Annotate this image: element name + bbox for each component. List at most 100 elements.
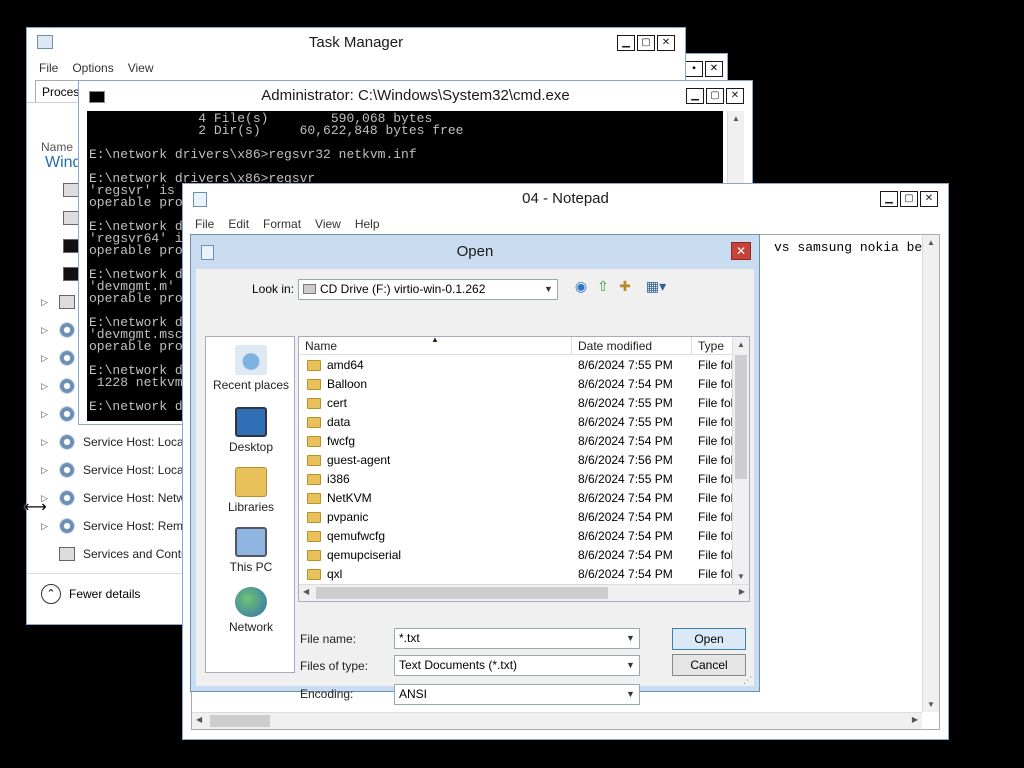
- expand-icon[interactable]: ▷: [41, 400, 51, 428]
- maximize-button[interactable]: ▢: [706, 88, 724, 104]
- vertical-scrollbar[interactable]: ▲ ▼: [732, 337, 749, 584]
- horizontal-scrollbar[interactable]: ◀ ▶: [192, 712, 922, 729]
- expand-icon[interactable]: ▷: [41, 428, 51, 456]
- dialog-body: Look in: CD Drive (F:) virtio-win-0.1.26…: [196, 269, 754, 705]
- cancel-button[interactable]: Cancel: [672, 654, 746, 676]
- menu-format[interactable]: Format: [263, 214, 301, 234]
- place-libraries[interactable]: Libraries: [206, 467, 296, 514]
- maximize-button[interactable]: ▢: [637, 35, 655, 51]
- close-button[interactable]: ✕: [731, 242, 751, 260]
- table-row[interactable]: ▷ Service Host: Loca: [41, 428, 184, 456]
- up-folder-icon[interactable]: ⇧: [594, 277, 612, 295]
- menu-help[interactable]: Help: [355, 214, 380, 234]
- list-item[interactable]: [63, 232, 79, 260]
- list-item[interactable]: [63, 260, 79, 288]
- resize-grip-icon[interactable]: ⋰: [743, 675, 752, 686]
- expand-icon[interactable]: ▷: [41, 372, 51, 400]
- fewer-details-button[interactable]: ⌃ Fewer details: [41, 584, 140, 604]
- view-menu-icon[interactable]: ▦▾: [642, 277, 670, 295]
- scroll-down-arrow-icon[interactable]: ▼: [733, 572, 749, 581]
- menu-view[interactable]: View: [128, 58, 154, 78]
- list-item[interactable]: ▷: [41, 288, 75, 316]
- expand-icon[interactable]: ▷: [41, 344, 51, 372]
- expand-icon[interactable]: ▷: [41, 456, 51, 484]
- scroll-left-arrow-icon[interactable]: ◀: [196, 715, 202, 724]
- table-row[interactable]: i386 8/6/2024 7:55 PM File fol: [299, 470, 733, 489]
- back-icon[interactable]: ◉: [572, 277, 590, 295]
- menu-view[interactable]: View: [315, 214, 341, 234]
- chevron-down-icon[interactable]: ▼: [622, 656, 639, 675]
- table-row[interactable]: Services and Contr: [41, 540, 185, 568]
- scroll-up-arrow-icon[interactable]: ▲: [733, 340, 749, 349]
- table-row[interactable]: ▷ Service Host: Remo: [41, 512, 190, 540]
- menu-edit[interactable]: Edit: [228, 214, 249, 234]
- expand-icon[interactable]: ▷: [41, 288, 51, 316]
- scroll-up-arrow-icon[interactable]: ▲: [728, 114, 744, 123]
- list-item[interactable]: ▷: [41, 400, 75, 428]
- horizontal-scrollbar[interactable]: ◀ ▶: [299, 584, 749, 601]
- file-list[interactable]: Name ▲ Date modified Type amd64 8/6/2024 …: [298, 336, 750, 602]
- table-row[interactable]: qemupciserial 8/6/2024 7:54 PM File fol: [299, 546, 733, 565]
- restore-button[interactable]: ▪: [685, 61, 703, 77]
- scroll-left-arrow-icon[interactable]: ◀: [303, 587, 309, 596]
- close-button[interactable]: ✕: [705, 61, 723, 77]
- open-button[interactable]: Open: [672, 628, 746, 650]
- column-header-name[interactable]: Name: [305, 339, 337, 353]
- place-recent[interactable]: Recent places: [206, 345, 296, 392]
- table-row[interactable]: qxl 8/6/2024 7:54 PM File fol: [299, 565, 733, 584]
- minimize-button[interactable]: ▁: [617, 35, 635, 51]
- list-item[interactable]: [63, 176, 79, 204]
- table-row[interactable]: ▷ Service Host: Netw: [41, 484, 185, 512]
- chevron-down-icon[interactable]: ▼: [540, 280, 557, 299]
- scrollbar-thumb[interactable]: [735, 355, 747, 479]
- place-network[interactable]: Network: [206, 587, 296, 634]
- list-item[interactable]: [63, 204, 79, 232]
- table-row[interactable]: data 8/6/2024 7:55 PM File fol: [299, 413, 733, 432]
- expand-icon[interactable]: ▷: [41, 316, 51, 344]
- close-button[interactable]: ✕: [920, 191, 938, 207]
- file-name-cell: qemufwcfg: [327, 529, 386, 543]
- file-name-input[interactable]: *.txt ▼: [394, 628, 640, 649]
- vertical-scrollbar[interactable]: ▲ ▼: [922, 235, 939, 712]
- column-header-date[interactable]: Date modified: [578, 339, 652, 353]
- scroll-right-arrow-icon[interactable]: ▶: [912, 715, 918, 724]
- scroll-up-arrow-icon[interactable]: ▲: [923, 238, 939, 247]
- files-of-type-select[interactable]: Text Documents (*.txt) ▼: [394, 655, 640, 676]
- list-item[interactable]: ▷: [41, 344, 75, 372]
- file-name-cell: qxl: [327, 567, 343, 581]
- new-folder-icon[interactable]: ✚: [616, 277, 634, 295]
- table-row[interactable]: cert 8/6/2024 7:55 PM File fol: [299, 394, 733, 413]
- encoding-select[interactable]: ANSI ▼: [394, 684, 640, 705]
- column-header-name[interactable]: Name: [41, 140, 73, 154]
- menu-file[interactable]: File: [39, 58, 58, 78]
- maximize-button[interactable]: ▢: [900, 191, 918, 207]
- look-in-combo[interactable]: CD Drive (F:) virtio-win-0.1.262 ▼: [298, 279, 558, 300]
- column-header-type[interactable]: Type: [698, 339, 724, 353]
- minimize-button[interactable]: ▁: [880, 191, 898, 207]
- table-row[interactable]: Balloon 8/6/2024 7:54 PM File fol: [299, 375, 733, 394]
- place-desktop[interactable]: Desktop: [206, 407, 296, 454]
- menu-file[interactable]: File: [195, 214, 214, 234]
- close-button[interactable]: ✕: [726, 88, 744, 104]
- chevron-down-icon[interactable]: ▼: [622, 685, 639, 704]
- table-row[interactable]: qemufwcfg 8/6/2024 7:54 PM File fol: [299, 527, 733, 546]
- table-row[interactable]: ▷ Service Host: Loca: [41, 456, 184, 484]
- process-name: Service Host: Loca: [83, 463, 184, 477]
- chevron-down-icon[interactable]: ▼: [622, 629, 639, 648]
- scroll-right-arrow-icon[interactable]: ▶: [739, 587, 745, 596]
- list-item[interactable]: ▷: [41, 372, 75, 400]
- table-row[interactable]: fwcfg 8/6/2024 7:54 PM File fol: [299, 432, 733, 451]
- minimize-button[interactable]: ▁: [686, 88, 704, 104]
- list-item[interactable]: ▷: [41, 316, 75, 344]
- table-row[interactable]: pvpanic 8/6/2024 7:54 PM File fol: [299, 508, 733, 527]
- scroll-down-arrow-icon[interactable]: ▼: [923, 700, 939, 709]
- scrollbar-thumb[interactable]: [316, 587, 608, 599]
- tab-processes[interactable]: Proces: [35, 80, 83, 102]
- table-row[interactable]: NetKVM 8/6/2024 7:54 PM File fol: [299, 489, 733, 508]
- scrollbar-thumb[interactable]: [210, 715, 270, 727]
- place-this-pc[interactable]: This PC: [206, 527, 296, 574]
- table-row[interactable]: guest-agent 8/6/2024 7:56 PM File fol: [299, 451, 733, 470]
- menu-options[interactable]: Options: [72, 58, 113, 78]
- close-button[interactable]: ✕: [657, 35, 675, 51]
- table-row[interactable]: amd64 8/6/2024 7:55 PM File fol: [299, 356, 733, 375]
